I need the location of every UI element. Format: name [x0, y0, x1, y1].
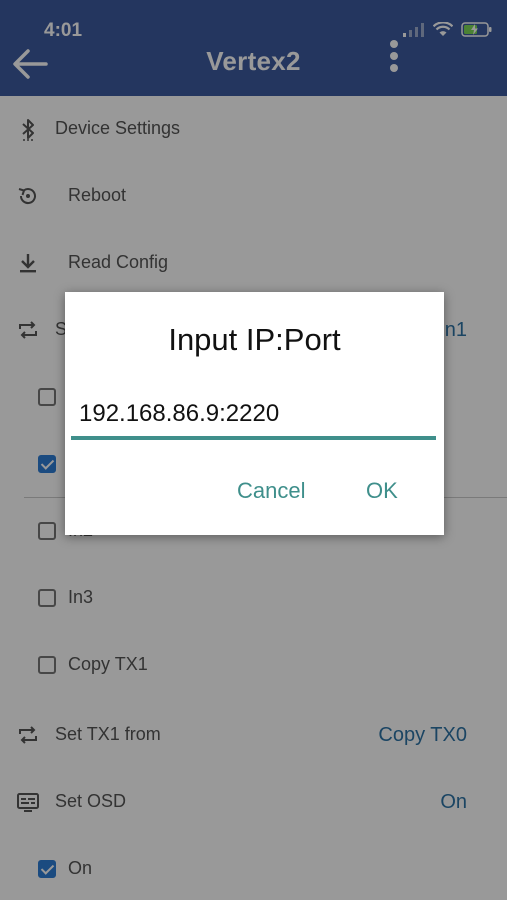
ip-port-input[interactable]: [71, 392, 436, 440]
ok-button[interactable]: OK: [366, 478, 398, 504]
cancel-button[interactable]: Cancel: [237, 478, 305, 504]
ip-port-dialog: Input IP:Port Cancel OK: [65, 292, 444, 535]
dialog-title: Input IP:Port: [168, 322, 341, 357]
